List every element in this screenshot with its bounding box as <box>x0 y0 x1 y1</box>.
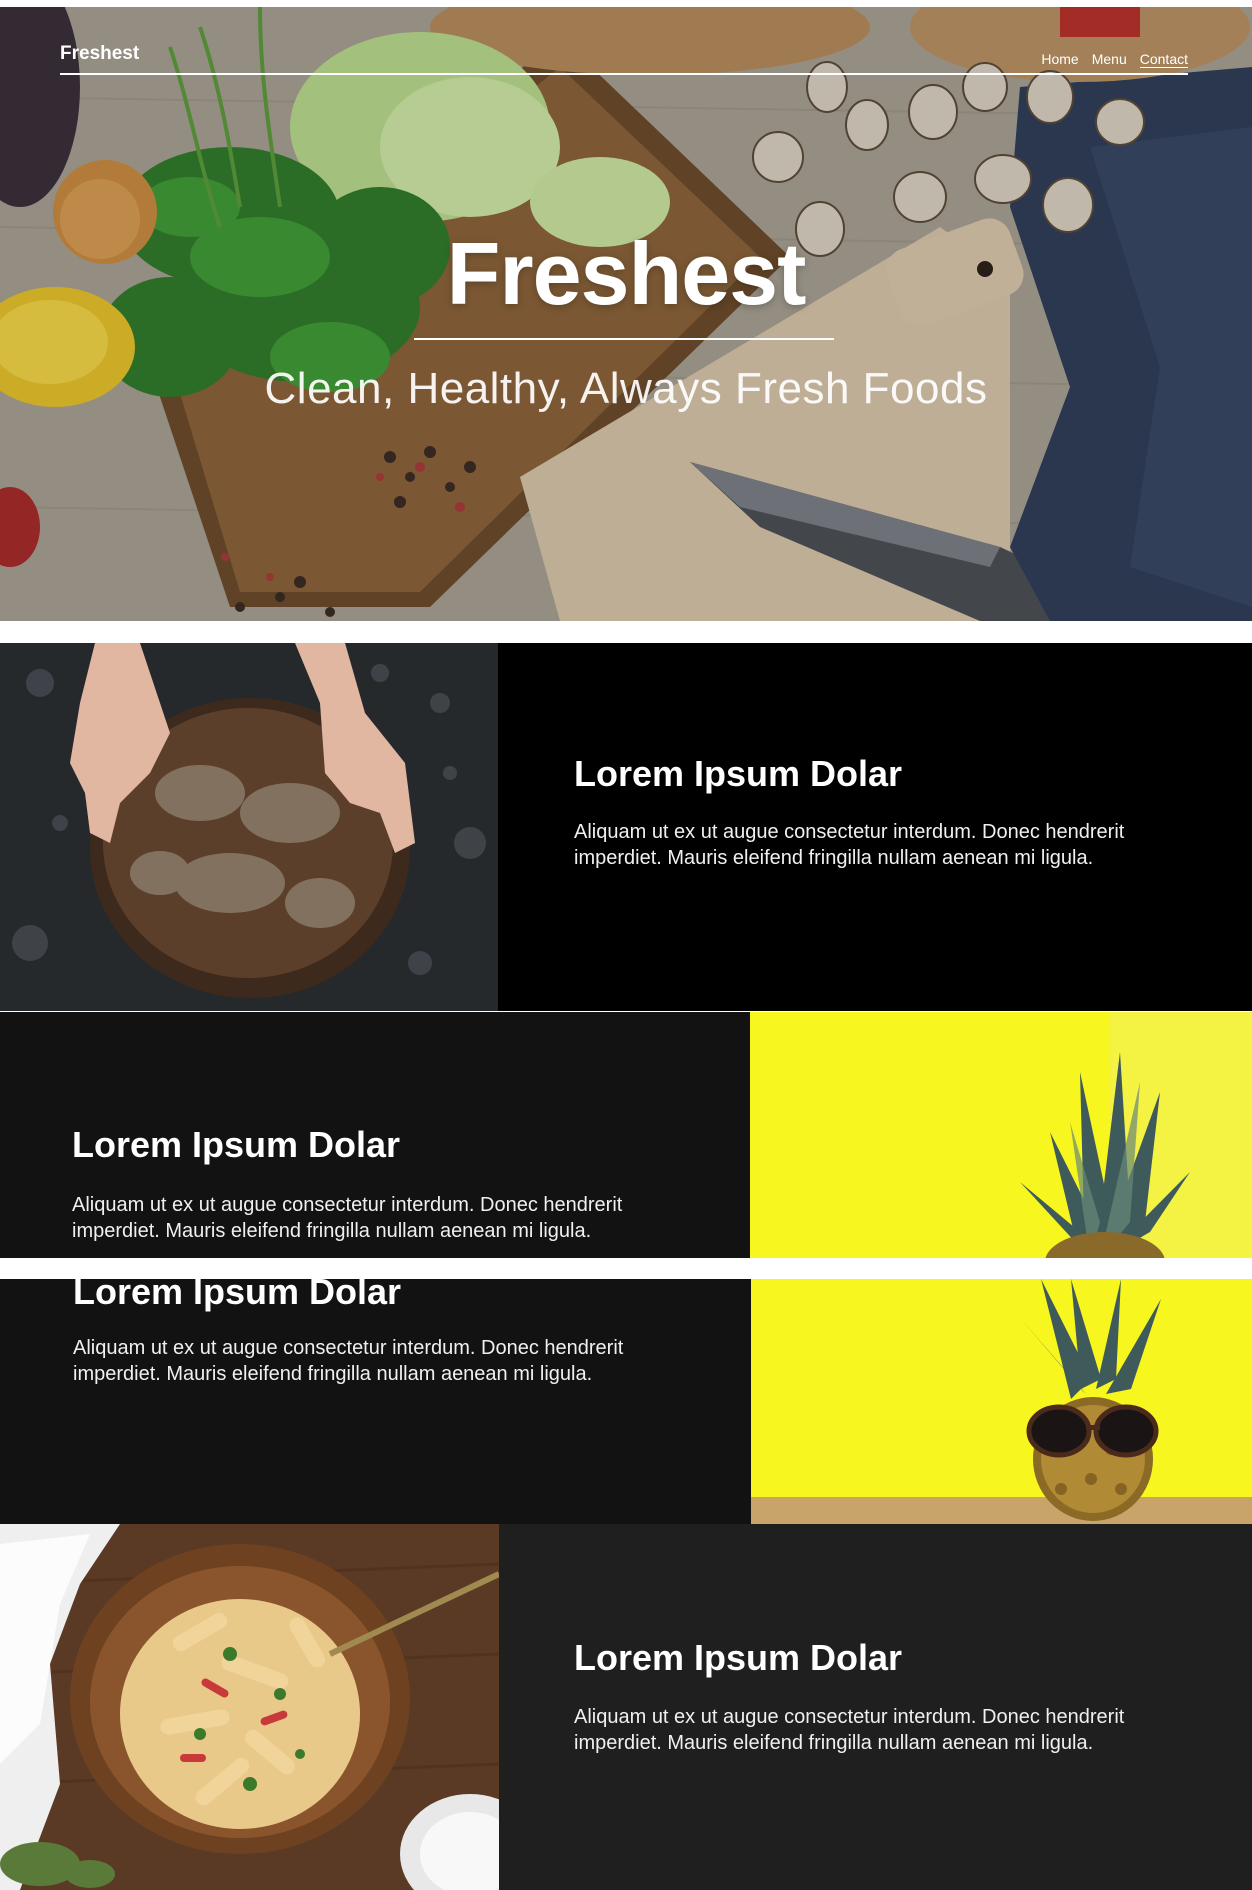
feature-heading: Lorem Ipsum Dolar <box>574 1637 903 1678</box>
hero-title: Freshest <box>446 224 807 323</box>
pasta-bowl-image <box>0 1524 540 1890</box>
bread-panel <box>0 643 498 1011</box>
feature-heading: Lorem Ipsum Dolar <box>574 753 903 794</box>
feature-text-2: Lorem Ipsum Dolar Aliquam ut ex ut augue… <box>0 1012 750 1258</box>
feature-heading: Lorem Ipsum Dolar <box>73 1279 402 1312</box>
feature-row-pineapple: Lorem Ipsum Dolar Aliquam ut ex ut augue… <box>0 1012 1252 1258</box>
nav-link-menu[interactable]: Menu <box>1092 51 1127 68</box>
hero-divider <box>414 338 834 340</box>
feature-text-3: Lorem Ipsum Dolar Aliquam ut ex ut augue… <box>0 1279 751 1524</box>
feature-row-bread: Lorem Ipsum Dolar Aliquam ut ex ut augue… <box>0 643 1252 1011</box>
nav-links: Home Menu Contact <box>1041 51 1188 68</box>
top-navbar: Freshest Home Menu Contact <box>60 39 1188 75</box>
feature-body: Aliquam ut ex ut augue consectetur inter… <box>72 1194 623 1242</box>
brand-logo[interactable]: Freshest <box>60 43 139 65</box>
pineapple-image <box>750 1012 1252 1258</box>
feature-body: Aliquam ut ex ut augue consectetur inter… <box>73 1337 624 1385</box>
feature-row-pineapple-sunglasses: Lorem Ipsum Dolar Aliquam ut ex ut augue… <box>0 1279 1252 1524</box>
hero-section: Freshest Home Menu Contact Freshest Clea… <box>0 7 1252 621</box>
hero-subtitle: Clean, Healthy, Always Fresh Foods <box>264 364 988 413</box>
feature-text-1: Lorem Ipsum Dolar Aliquam ut ex ut augue… <box>498 643 1252 1011</box>
feature-heading: Lorem Ipsum Dolar <box>72 1124 401 1165</box>
pineapple-sunglasses-panel <box>751 1279 1252 1524</box>
feature-row-pasta: Lorem Ipsum Dolar Aliquam ut ex ut augue… <box>0 1524 1252 1890</box>
pineapple-panel <box>750 1012 1252 1258</box>
feature-body: Aliquam ut ex ut augue consectetur inter… <box>574 1706 1125 1754</box>
bread-loaf-image <box>0 643 498 1011</box>
nav-link-home[interactable]: Home <box>1041 51 1078 68</box>
feature-text-4: Lorem Ipsum Dolar Aliquam ut ex ut augue… <box>499 1524 1252 1890</box>
pineapple-sunglasses-image <box>751 1279 1252 1524</box>
feature-body: Aliquam ut ex ut augue consectetur inter… <box>574 821 1125 869</box>
pasta-panel <box>0 1524 540 1890</box>
nav-link-contact[interactable]: Contact <box>1139 51 1188 68</box>
